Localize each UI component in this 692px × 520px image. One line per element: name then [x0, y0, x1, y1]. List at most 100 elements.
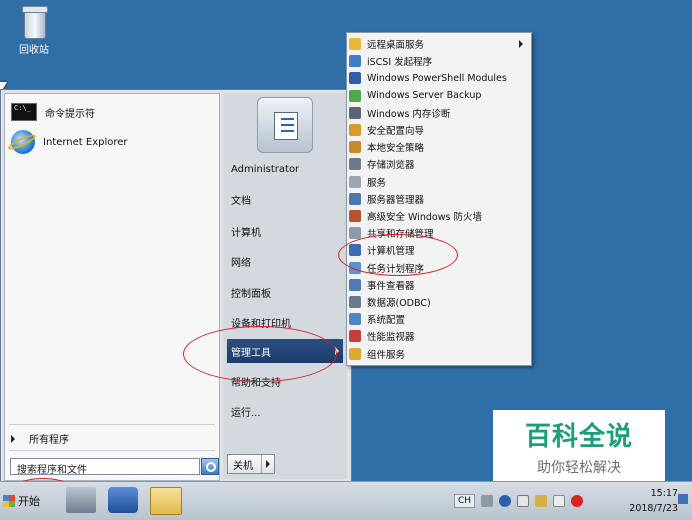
submenu-item[interactable]: 服务	[349, 174, 529, 190]
submenu-item[interactable]: 系统配置	[349, 311, 529, 327]
submenu-arrow-icon	[519, 40, 523, 48]
firewall-icon	[349, 210, 361, 222]
share-storage-icon	[349, 227, 361, 240]
help-icon[interactable]	[499, 495, 512, 507]
system-config-icon	[349, 313, 361, 326]
menu-item-run[interactable]: 运行...	[227, 399, 343, 423]
menu-item-administrator[interactable]: Administrator	[227, 157, 343, 181]
folder-icon	[349, 38, 361, 50]
action-center-flag-icon[interactable]	[553, 495, 566, 507]
annotation-ellipse-admin-tools	[183, 326, 337, 382]
start-button[interactable]: 开始	[3, 488, 49, 514]
submenu-item-label: 服务	[367, 177, 387, 189]
submenu-item-label: Windows Server Backup	[367, 90, 482, 102]
show-desktop-button[interactable]	[678, 494, 688, 504]
submenu-item[interactable]: 数据源(ODBC)	[349, 294, 529, 310]
submenu-item-label: 安全配置向导	[367, 126, 425, 137]
search-divider	[9, 450, 215, 451]
windows-logo-icon	[3, 495, 15, 507]
storage-explorer-icon	[349, 158, 361, 171]
performance-monitor-icon	[349, 330, 361, 343]
submenu-item-label: 高级安全 Windows 防火墙	[367, 212, 482, 223]
submenu-item-label: 服务器管理器	[367, 194, 425, 206]
pinned-command-prompt-label: 命令提示符	[45, 108, 95, 120]
component-services-icon	[349, 347, 361, 360]
search-icon[interactable]	[201, 458, 219, 475]
powershell-icon	[349, 72, 361, 85]
programs-divider	[9, 424, 215, 425]
explorer-folder-taskbar-icon[interactable]	[150, 487, 182, 515]
start-menu-programs-pane: C:\_ 命令提示符 Internet Explorer 所有程序 搜索程序和文…	[4, 93, 220, 481]
admin-tools-submenu: 远程桌面服务 iSCSI 发起程序 Windows PowerShell Modul…	[346, 32, 532, 366]
services-icon	[349, 175, 361, 188]
tray-expand-icon[interactable]	[517, 495, 530, 507]
keyboard-icon[interactable]	[481, 495, 494, 507]
submenu-item[interactable]: Windows 内存诊断	[349, 105, 529, 121]
annotation-ellipse-computer-management	[338, 234, 458, 276]
submenu-item-label: 系统配置	[367, 315, 406, 327]
all-programs-button[interactable]: 所有程序	[11, 431, 69, 446]
submenu-item-label: 远程桌面服务	[367, 40, 425, 51]
recycle-bin[interactable]: 回收站	[14, 6, 54, 56]
pinned-internet-explorer[interactable]: Internet Explorer	[11, 130, 128, 154]
language-indicator[interactable]: CH	[454, 494, 476, 508]
network-icon[interactable]	[535, 495, 548, 507]
clock[interactable]: 15:17 2018/7/23	[618, 486, 678, 516]
submenu-item[interactable]: 高级安全 Windows 防火墙	[349, 208, 529, 224]
clock-date: 2018/7/23	[629, 503, 678, 514]
submenu-item-label: iSCSI 发起程序	[367, 57, 433, 69]
shutdown-options-arrow-icon[interactable]	[261, 455, 274, 473]
watermark: 百科全说 助你轻松解决	[493, 410, 665, 492]
user-picture[interactable]	[257, 97, 313, 153]
clock-time: 15:17	[650, 488, 678, 499]
command-prompt-icon: C:\_	[11, 103, 37, 121]
volume-muted-icon[interactable]	[571, 495, 584, 507]
checklist-icon	[274, 112, 298, 140]
submenu-item-label: Windows 内存诊断	[367, 108, 451, 120]
submenu-item[interactable]: 服务器管理器	[349, 191, 529, 207]
backup-icon	[349, 89, 361, 102]
security-wizard-icon	[349, 124, 361, 136]
search-input[interactable]: 搜索程序和文件	[10, 458, 200, 476]
submenu-item-label: 性能监视器	[367, 332, 415, 344]
all-programs-label: 所有程序	[29, 435, 69, 446]
submenu-item[interactable]: 安全配置向导	[349, 122, 529, 138]
start-menu: C:\_ 命令提示符 Internet Explorer 所有程序 搜索程序和文…	[0, 89, 352, 483]
submenu-item-label: 组件服务	[367, 349, 406, 361]
menu-item-documents[interactable]: 文档	[227, 187, 343, 211]
submenu-item[interactable]: 远程桌面服务	[349, 36, 529, 52]
submenu-item[interactable]: 组件服务	[349, 346, 529, 362]
submenu-item-label: 本地安全策略	[367, 143, 425, 155]
server-manager-icon	[349, 192, 361, 205]
submenu-item[interactable]: 事件查看器	[349, 277, 529, 293]
submenu-item-label: 事件查看器	[367, 280, 415, 292]
taskbar: 开始 CH 15:17 2018/7/23	[0, 481, 692, 520]
start-button-label: 开始	[18, 495, 40, 508]
submenu-item[interactable]: iSCSI 发起程序	[349, 53, 529, 69]
menu-item-computer[interactable]: 计算机	[227, 219, 343, 243]
start-menu-places-pane: Administrator 文档 计算机 网络 控制面板 设备和打印机 管理工具…	[223, 93, 347, 479]
submenu-item[interactable]: Windows Server Backup	[349, 88, 529, 104]
submenu-item[interactable]: 性能监视器	[349, 328, 529, 344]
local-security-policy-icon	[349, 141, 361, 154]
server-manager-taskbar-icon[interactable]	[66, 487, 96, 513]
submenu-item[interactable]: 存储浏览器	[349, 156, 529, 172]
event-viewer-icon	[349, 278, 361, 291]
menu-item-control-panel[interactable]: 控制面板	[227, 280, 343, 304]
shutdown-button[interactable]: 关机	[227, 454, 275, 474]
watermark-title: 百科全说	[524, 422, 633, 452]
memory-diagnostic-icon	[349, 106, 361, 119]
submenu-item-label: 存储浏览器	[367, 160, 415, 172]
watermark-subtitle: 助你轻松解决	[537, 460, 621, 476]
chevron-right-icon	[11, 434, 15, 443]
submenu-item[interactable]: 本地安全策略	[349, 139, 529, 155]
menu-item-network[interactable]: 网络	[227, 249, 343, 273]
system-tray: CH	[454, 485, 584, 517]
pinned-internet-explorer-label: Internet Explorer	[43, 136, 128, 148]
powershell-taskbar-icon[interactable]	[108, 487, 138, 513]
pinned-command-prompt[interactable]: C:\_ 命令提示符	[11, 100, 95, 124]
internet-explorer-icon	[11, 130, 35, 154]
shutdown-label: 关机	[233, 460, 253, 472]
submenu-item-label: Windows PowerShell Modules	[367, 72, 507, 84]
submenu-item[interactable]: Windows PowerShell Modules	[349, 70, 529, 86]
